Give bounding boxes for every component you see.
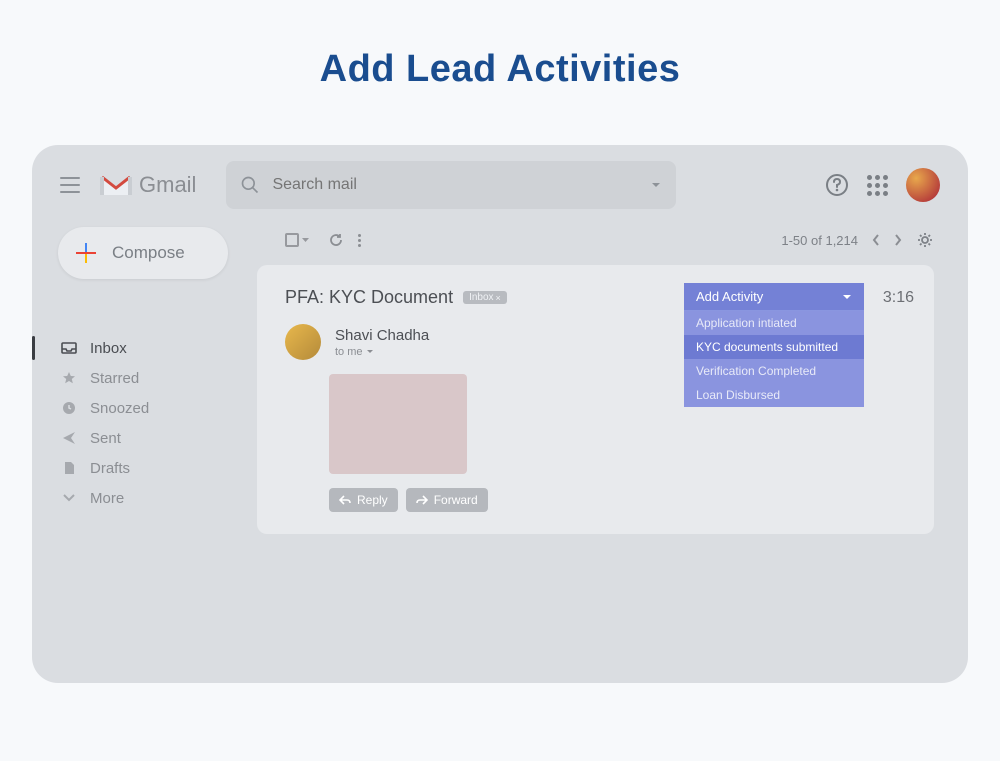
tag-label: Inbox (469, 292, 493, 303)
recipient-line[interactable]: to me (335, 346, 429, 358)
inbox-icon (60, 341, 78, 355)
next-page-icon[interactable] (894, 234, 902, 246)
sidebar-item-starred[interactable]: Starred (58, 363, 257, 393)
settings-icon[interactable] (916, 231, 934, 249)
send-icon (60, 431, 78, 445)
select-all-checkbox[interactable] (285, 233, 299, 247)
sidebar-item-label: More (90, 490, 124, 507)
file-icon (60, 461, 78, 475)
email-actions: Reply Forward (329, 488, 906, 512)
dropdown-header[interactable]: Add Activity (684, 283, 864, 311)
sidebar-item-label: Sent (90, 430, 121, 447)
page-title: Add Lead Activities (0, 48, 1000, 91)
sidebar-item-label: Inbox (90, 340, 127, 357)
add-activity-dropdown: Add Activity Application intiated KYC do… (684, 283, 864, 407)
user-avatar[interactable] (906, 168, 940, 202)
reply-button[interactable]: Reply (329, 488, 398, 512)
recipient-dropdown-icon (366, 349, 374, 354)
forward-label: Forward (434, 493, 478, 507)
search-options-icon[interactable] (650, 179, 662, 191)
dropdown-option-application-initiated[interactable]: Application intiated (684, 311, 864, 335)
search-input[interactable] (272, 176, 650, 194)
forward-icon (416, 495, 428, 505)
sender-avatar[interactable] (285, 324, 321, 360)
help-icon[interactable] (825, 173, 849, 197)
star-icon (60, 371, 78, 385)
sidebar-item-drafts[interactable]: Drafts (58, 453, 257, 483)
compose-label: Compose (112, 243, 185, 263)
forward-button[interactable]: Forward (406, 488, 488, 512)
inbox-tag[interactable]: Inbox× (463, 291, 507, 304)
page-info: 1-50 of 1,214 (781, 233, 858, 248)
sidebar-item-inbox[interactable]: Inbox (58, 333, 257, 363)
gmail-logo-icon (100, 173, 132, 197)
sidebar-item-sent[interactable]: Sent (58, 423, 257, 453)
sidebar-item-snoozed[interactable]: Snoozed (58, 393, 257, 423)
dropdown-option-verification-completed[interactable]: Verification Completed (684, 359, 864, 383)
sidebar-item-more[interactable]: More (58, 483, 257, 513)
dropdown-caret-icon (842, 294, 852, 300)
prev-page-icon[interactable] (872, 234, 880, 246)
plus-icon (76, 243, 96, 263)
gmail-logo-text: Gmail (139, 172, 196, 198)
main-area: Compose Inbox Starred Snoozed Sent (32, 225, 968, 534)
attachment-thumbnail[interactable] (329, 374, 467, 474)
more-options-icon[interactable] (358, 234, 361, 247)
search-box[interactable] (226, 161, 676, 209)
clock-icon (60, 401, 78, 415)
recipient-text: to me (335, 346, 363, 358)
sidebar-item-label: Snoozed (90, 400, 149, 417)
toolbar-right: 1-50 of 1,214 (781, 231, 934, 249)
dropdown-option-loan-disbursed[interactable]: Loan Disbursed (684, 383, 864, 407)
top-right-controls (825, 168, 940, 202)
gmail-app: Gmail Compose Inbox (32, 145, 968, 683)
dropdown-options: Application intiated KYC documents submi… (684, 311, 864, 407)
email-card: PFA: KYC Document Inbox× 3:16 Shavi Chad… (257, 265, 934, 534)
sender-name: Shavi Chadha (335, 327, 429, 344)
select-dropdown-icon[interactable] (301, 237, 310, 243)
dropdown-header-label: Add Activity (696, 289, 763, 304)
reply-label: Reply (357, 493, 388, 507)
refresh-icon[interactable] (328, 232, 344, 248)
pagination (872, 234, 902, 246)
reply-icon (339, 495, 351, 505)
email-time: 3:16 (883, 289, 914, 307)
sidebar: Compose Inbox Starred Snoozed Sent (32, 225, 257, 534)
gmail-logo[interactable]: Gmail (100, 172, 196, 198)
content-area: 1-50 of 1,214 PFA: KYC Document Inbox× 3… (257, 225, 968, 534)
sidebar-item-label: Starred (90, 370, 139, 387)
menu-icon[interactable] (60, 177, 80, 193)
compose-button[interactable]: Compose (58, 227, 228, 279)
dropdown-option-kyc-documents[interactable]: KYC documents submitted (684, 335, 864, 359)
sidebar-nav: Inbox Starred Snoozed Sent Drafts (58, 333, 257, 513)
sidebar-item-label: Drafts (90, 460, 130, 477)
search-icon (240, 175, 260, 195)
tag-close-icon[interactable]: × (496, 293, 501, 303)
chevron-down-icon (60, 491, 78, 505)
top-bar: Gmail (32, 145, 968, 225)
email-subject: PFA: KYC Document (285, 287, 453, 308)
apps-icon[interactable] (867, 175, 888, 196)
toolbar: 1-50 of 1,214 (257, 225, 934, 255)
